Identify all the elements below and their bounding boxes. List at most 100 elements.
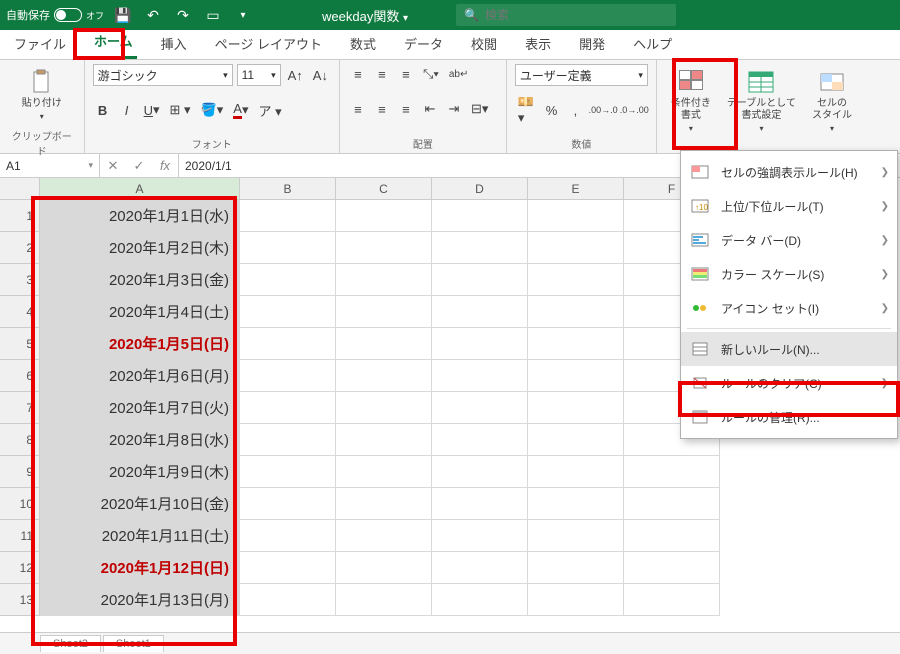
cell[interactable] xyxy=(336,392,432,424)
align-top-icon[interactable]: ≡ xyxy=(348,64,368,84)
undo-icon[interactable]: ↶ xyxy=(142,4,164,26)
cell[interactable] xyxy=(528,456,624,488)
cell[interactable] xyxy=(432,264,528,296)
cell[interactable] xyxy=(624,520,720,552)
row-header[interactable]: 12 xyxy=(0,552,40,584)
cell[interactable] xyxy=(432,488,528,520)
tab-挿入[interactable]: 挿入 xyxy=(157,28,191,59)
cell[interactable] xyxy=(240,552,336,584)
cell[interactable] xyxy=(240,296,336,328)
menu-item-manage[interactable]: ルールの管理(R)... xyxy=(681,400,897,434)
cancel-edit-icon[interactable]: ✕ xyxy=(100,156,126,176)
cell[interactable] xyxy=(240,488,336,520)
cell[interactable] xyxy=(240,584,336,616)
row-header[interactable]: 13 xyxy=(0,584,40,616)
paste-button[interactable]: 貼り付け ▾ xyxy=(8,64,76,126)
cell[interactable] xyxy=(432,200,528,232)
cell[interactable]: 2020年1月3日(金) xyxy=(40,264,240,296)
cell[interactable] xyxy=(528,232,624,264)
column-header[interactable]: C xyxy=(336,178,432,200)
cell[interactable] xyxy=(624,488,720,520)
indent-decrease-icon[interactable]: ⇤ xyxy=(420,99,440,119)
number-format-select[interactable]: ユーザー定義▾ xyxy=(515,64,648,86)
menu-item-iconset[interactable]: アイコン セット(I)❯ xyxy=(681,291,897,325)
cell[interactable] xyxy=(432,520,528,552)
sheet-tab[interactable]: Sheet2 xyxy=(40,635,101,652)
underline-button[interactable]: U ▾ xyxy=(141,100,163,120)
cell[interactable] xyxy=(432,424,528,456)
cell[interactable] xyxy=(240,456,336,488)
cell[interactable] xyxy=(240,264,336,296)
cell[interactable] xyxy=(528,200,624,232)
tab-ページ レイアウト[interactable]: ページ レイアウト xyxy=(211,28,326,59)
cell[interactable] xyxy=(336,488,432,520)
cell[interactable] xyxy=(240,392,336,424)
comma-icon[interactable]: , xyxy=(565,100,585,120)
cell[interactable] xyxy=(432,232,528,264)
row-header[interactable]: 3 xyxy=(0,264,40,296)
cell[interactable]: 2020年1月1日(水) xyxy=(40,200,240,232)
menu-item-topbottom[interactable]: ↑10上位/下位ルール(T)❯ xyxy=(681,189,897,223)
row-header[interactable]: 5 xyxy=(0,328,40,360)
tab-数式[interactable]: 数式 xyxy=(346,28,380,59)
cell[interactable] xyxy=(336,552,432,584)
bold-button[interactable]: B xyxy=(93,100,113,120)
align-bottom-icon[interactable]: ≡ xyxy=(396,64,416,84)
cell[interactable] xyxy=(432,392,528,424)
align-middle-icon[interactable]: ≡ xyxy=(372,64,392,84)
tab-データ[interactable]: データ xyxy=(400,28,447,59)
tab-校閲[interactable]: 校閲 xyxy=(467,28,501,59)
cell[interactable] xyxy=(240,200,336,232)
cell[interactable] xyxy=(528,328,624,360)
cell[interactable] xyxy=(432,360,528,392)
column-header[interactable]: E xyxy=(528,178,624,200)
fx-icon[interactable]: fx xyxy=(152,156,178,176)
save-icon[interactable]: 💾 xyxy=(112,4,134,26)
cell[interactable] xyxy=(240,424,336,456)
merge-cells-icon[interactable]: ⊟▾ xyxy=(468,99,491,119)
font-color-button[interactable]: A▾ xyxy=(230,100,251,120)
cell[interactable] xyxy=(432,296,528,328)
cell[interactable] xyxy=(528,520,624,552)
column-header[interactable]: D xyxy=(432,178,528,200)
select-all-corner[interactable] xyxy=(0,178,40,200)
tab-ヘルプ[interactable]: ヘルプ xyxy=(629,28,676,59)
cell-styles-button[interactable]: セルの スタイル▾ xyxy=(806,64,858,138)
cell[interactable] xyxy=(240,520,336,552)
cell[interactable] xyxy=(336,200,432,232)
tab-ホーム[interactable]: ホーム xyxy=(90,25,137,59)
tab-開発[interactable]: 開発 xyxy=(575,28,609,59)
increase-font-icon[interactable]: A↑ xyxy=(285,65,306,85)
font-name-select[interactable]: 游ゴシック▾ xyxy=(93,64,233,86)
cell[interactable] xyxy=(432,584,528,616)
cell[interactable] xyxy=(432,552,528,584)
cell[interactable] xyxy=(336,360,432,392)
redo-icon[interactable]: ↷ xyxy=(172,4,194,26)
search-input[interactable] xyxy=(485,8,668,22)
cell[interactable] xyxy=(528,424,624,456)
align-right-icon[interactable]: ≡ xyxy=(396,99,416,119)
cell[interactable]: 2020年1月5日(日) xyxy=(40,328,240,360)
row-header[interactable]: 10 xyxy=(0,488,40,520)
cell[interactable] xyxy=(528,360,624,392)
font-size-select[interactable]: 11▾ xyxy=(237,64,281,86)
cell[interactable]: 2020年1月13日(月) xyxy=(40,584,240,616)
cell[interactable] xyxy=(240,360,336,392)
cell[interactable] xyxy=(528,296,624,328)
wrap-text-icon[interactable]: ab↵ xyxy=(446,64,472,84)
column-header[interactable]: B xyxy=(240,178,336,200)
decrease-font-icon[interactable]: A↓ xyxy=(310,65,331,85)
cell[interactable] xyxy=(240,328,336,360)
cell[interactable] xyxy=(336,264,432,296)
indent-increase-icon[interactable]: ⇥ xyxy=(444,99,464,119)
row-header[interactable]: 2 xyxy=(0,232,40,264)
cell[interactable] xyxy=(336,456,432,488)
cell[interactable]: 2020年1月11日(土) xyxy=(40,520,240,552)
tab-表示[interactable]: 表示 xyxy=(521,28,555,59)
qat-more-icon[interactable]: ▾ xyxy=(232,4,254,26)
cell[interactable] xyxy=(528,488,624,520)
confirm-edit-icon[interactable]: ✓ xyxy=(126,156,152,176)
row-header[interactable]: 6 xyxy=(0,360,40,392)
cell[interactable] xyxy=(528,264,624,296)
row-header[interactable]: 9 xyxy=(0,456,40,488)
